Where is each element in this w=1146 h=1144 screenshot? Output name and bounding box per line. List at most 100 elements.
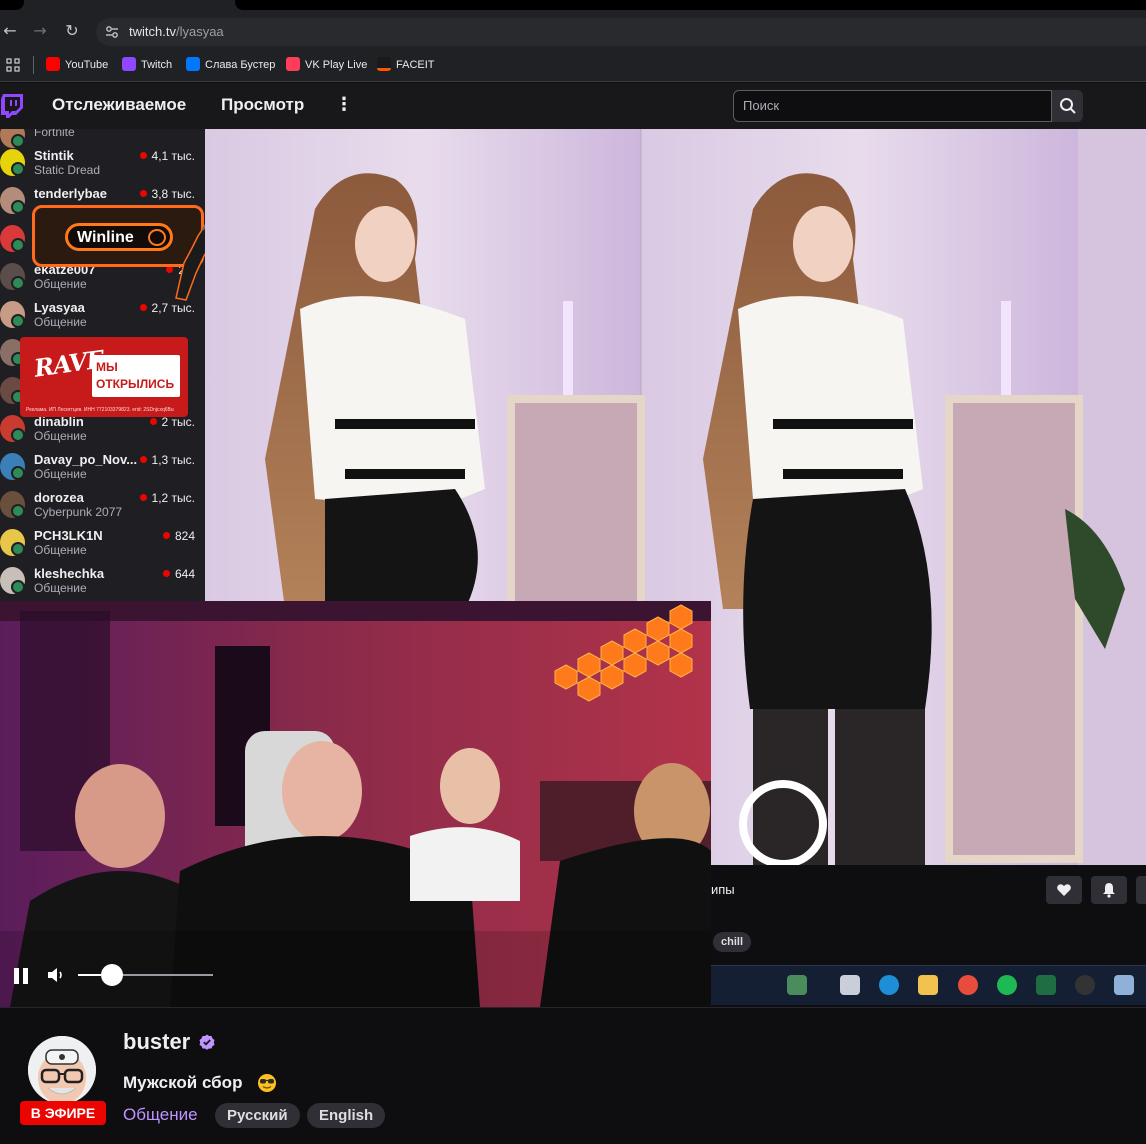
viewer-count: 644: [162, 567, 195, 581]
clips-label: ипы: [711, 882, 735, 897]
channel-category: Общение: [34, 277, 87, 291]
channel-category: Общение: [34, 581, 87, 595]
category-badge-icon: [11, 276, 25, 290]
channel-name: kleshechka: [34, 566, 105, 581]
bookmark-youtube[interactable]: YouTube: [46, 56, 108, 74]
obs-icon: [1075, 975, 1095, 995]
back-icon[interactable]: ←: [0, 20, 20, 42]
notifications-button[interactable]: [1091, 876, 1127, 904]
spotify-icon: [997, 975, 1017, 995]
bookmark-faceit[interactable]: FACEIT: [377, 56, 435, 74]
bookmark-slava-buster[interactable]: Слава Бустер: [186, 56, 275, 74]
viewer-count-value: 1,2 тыс.: [151, 491, 195, 505]
category-badge-icon: [11, 428, 25, 442]
bookmark-twitch[interactable]: Twitch: [122, 56, 172, 74]
tab-strip-corner: [0, 0, 24, 10]
app-icon: [840, 975, 860, 995]
volume-slider-handle[interactable]: [101, 964, 123, 986]
edge-icon: [879, 975, 899, 995]
viewer-count: 2 тыс.: [149, 415, 195, 429]
channel-avatar[interactable]: [28, 1036, 96, 1104]
channel-name[interactable]: buster: [123, 1029, 190, 1055]
pip-frame-graphic: [0, 601, 711, 1007]
vkplay-icon: [286, 57, 300, 71]
category-badge-icon: [11, 314, 25, 328]
url-host: twitch.tv: [129, 24, 176, 39]
channel-row[interactable]: PCH3LK1N Общение 824: [0, 528, 205, 566]
category-badge-icon: [11, 162, 25, 176]
tag-russian[interactable]: Русский: [215, 1103, 300, 1128]
heart-icon: [1057, 884, 1071, 896]
url-text[interactable]: twitch.tv/lyasyaa: [129, 24, 224, 39]
viewer-count-value: 1,3 тыс.: [151, 453, 195, 467]
channel-row[interactable]: dinablin Общение 2 тыс.: [0, 414, 205, 452]
volume-button[interactable]: [46, 965, 66, 985]
browse-link[interactable]: Просмотр: [221, 95, 304, 115]
forward-icon[interactable]: →: [30, 20, 50, 42]
live-dot-icon: [139, 456, 147, 463]
follow-button[interactable]: [1046, 876, 1082, 904]
address-bar[interactable]: [96, 18, 1146, 46]
live-dot-icon: [139, 494, 147, 501]
viewer-count: 2,7 тыс.: [139, 301, 195, 315]
viewer-count: 824: [162, 529, 195, 543]
twitch-logo-icon[interactable]: [0, 93, 24, 119]
site-settings-icon[interactable]: [104, 24, 120, 40]
viewer-count-value: 2 тыс.: [161, 415, 195, 429]
winline-logo-text: Winline: [77, 229, 134, 246]
pause-icon: [14, 968, 19, 984]
tab-strip: [235, 0, 1146, 10]
ad-disclaimer: Реклама. ИП Лесигтцев. ИНН 772103379823.…: [26, 407, 174, 413]
search-input[interactable]: Поиск: [733, 90, 1052, 122]
bookmark-label: Twitch: [141, 59, 173, 71]
category-badge-icon: [11, 580, 25, 594]
channel-category: Общение: [34, 543, 87, 557]
live-dot-icon: [162, 532, 170, 539]
channel-name: Lyasyaa: [34, 300, 85, 315]
rave-headline: МЫ ОТКРЫЛИСЬ: [96, 360, 175, 391]
bookmark-vk-play-live[interactable]: VK Play Live: [286, 56, 367, 74]
more-actions-button[interactable]: [1136, 876, 1146, 904]
sunglasses-emoji-icon: [258, 1074, 276, 1092]
channel-category: Общение: [34, 467, 87, 481]
rave-ad-banner[interactable]: RAVE МЫ ОТКРЫЛИСЬ Реклама. ИП Лесигтцев.…: [20, 337, 188, 417]
excel-icon: [1036, 975, 1056, 995]
more-options-icon[interactable]: ⋮: [335, 93, 353, 117]
following-link[interactable]: Отслеживаемое: [52, 95, 186, 115]
pip-stream-video[interactable]: [0, 601, 711, 1007]
bookmark-label: YouTube: [65, 59, 109, 71]
channel-category: Static Dread: [34, 163, 101, 177]
apps-grid-icon[interactable]: [6, 58, 20, 72]
viewer-count-value: 2,7 тыс.: [151, 301, 195, 315]
channel-row[interactable]: kleshechka Общение 644: [0, 566, 205, 601]
category-badge-icon: [11, 134, 25, 148]
category-link[interactable]: Общение: [123, 1105, 198, 1125]
channel-category: Fortnite: [34, 129, 75, 139]
reload-icon[interactable]: ↻: [62, 20, 82, 42]
category-badge-icon: [11, 504, 25, 518]
verified-badge-icon: [199, 1034, 215, 1050]
chrome-icon: [958, 975, 978, 995]
stream-title: Мужской сбор: [123, 1073, 243, 1092]
vk-icon: [186, 57, 200, 71]
viewer-count-value: 4,1 тыс.: [151, 149, 195, 163]
speaker-icon: [48, 968, 57, 982]
category-badge-icon: [11, 466, 25, 480]
twitch-icon: [122, 57, 136, 71]
channel-name: tenderlybae: [34, 186, 107, 201]
viewer-count-value: 644: [174, 567, 195, 581]
search-icon: [1060, 98, 1076, 114]
tag-chill[interactable]: chill: [713, 932, 752, 952]
channel-name: dorozea: [34, 490, 84, 505]
winline-logo: Winline: [65, 223, 173, 251]
search-button[interactable]: [1052, 90, 1083, 122]
channel-row[interactable]: Davay_po_Nov... Общение 1,3 тыс.: [0, 452, 205, 490]
channel-row[interactable]: Lyasyaa Общение 2,7 тыс.: [0, 300, 205, 338]
bookmark-label: FACEIT: [396, 59, 435, 71]
channel-row[interactable]: dorozea Cyberpunk 2077 1,2 тыс.: [0, 490, 205, 528]
channel-name: PCH3LK1N: [34, 528, 103, 543]
tag-english[interactable]: English: [307, 1103, 386, 1128]
channel-name: Davay_po_Nov...: [34, 452, 138, 467]
live-dot-icon: [162, 570, 170, 577]
pause-button[interactable]: [12, 966, 30, 986]
